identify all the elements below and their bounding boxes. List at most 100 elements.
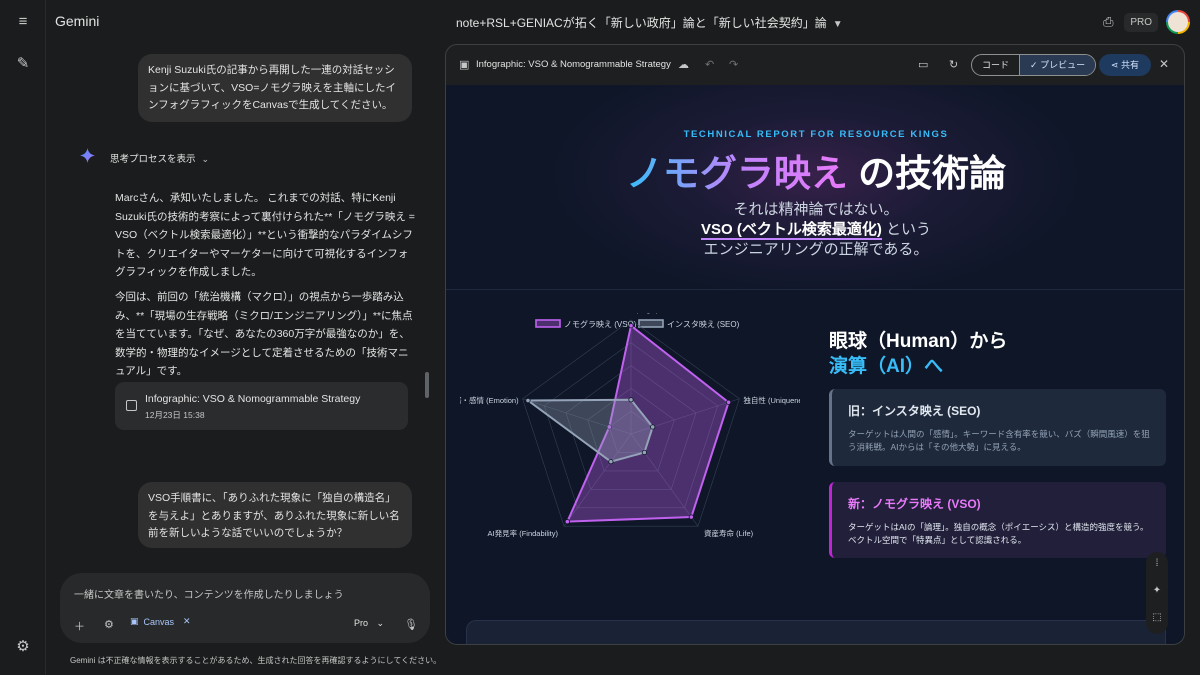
tab-code[interactable]: コード [972,55,1019,75]
new-card-text: ターゲットはAIの「論理」。独自の概念（ポイエーシス）と構造的強度を競う。ベクト… [848,522,1149,545]
canvas-card-title: Infographic: VSO & Nomogrammable Strateg… [145,393,361,405]
canvas-chip[interactable]: ▣ Canvas ✕ [130,616,191,627]
refresh-icon[interactable]: ↻ [949,58,958,72]
section-heading: 眼球（Human）から 演算（AI）へ [829,329,1007,379]
redo-icon[interactable]: ↷ [729,58,738,72]
data-point [725,399,732,405]
next-section-card [466,620,1166,644]
tab-preview[interactable]: ✓ プレビュー [1019,55,1096,75]
add-icon[interactable]: ＋ [74,618,85,634]
axis-label: 共感・感情 (Emotion) [460,395,519,405]
user-message-2: VSO手順書に、「ありふれた現象に「独自の構造名」を与えよ」とありますが、ありふ… [138,482,412,548]
chat-scrollbar[interactable] [425,372,429,398]
sparkle-icon[interactable]: ✦ [1151,585,1163,597]
check-icon: ✓ [1030,60,1041,70]
top-right-actions: ⎙ PRO [1100,10,1190,34]
canvas-icon: ▣ [130,616,139,626]
canvas-card-date: 12月23日 15:38 [145,410,205,420]
hero-subtitle: それは精神論ではない。 VSO (ベクトル検索最適化) という エンジニアリング… [446,200,1184,260]
settings-icon[interactable]: ⚙ [13,637,33,657]
chart-series [524,323,732,525]
brand-title: Gemini [55,13,100,29]
canvas-title: Infographic: VSO & Nomogrammable Strateg… [476,59,671,70]
axis-label: AI発見率 (Findability) [488,528,559,538]
data-point [628,323,634,329]
axis-label: 資産寿命 (Life) [704,528,754,538]
user-message-1: Kenji Suzuki氏の記事から再開した一連の対話セッションに基づいて、VS… [138,54,412,122]
plan-badge: PRO [1124,12,1158,32]
tools-icon[interactable]: ⚙ [104,618,114,631]
old-card-text: ターゲットは人間の「感情」。キーワード含有率を競い、バズ（瞬間風速）を狙う消耗戦… [848,429,1150,452]
conversation-title[interactable]: note+RSL+GENIACが拓く「新しい政府」論と「新しい社会契約」論 ▼ [456,14,843,31]
series-area [524,398,654,463]
prompt-placeholder[interactable]: 一緒に文章を書いたり、コンテンツを作成したりしましょう [74,586,344,601]
chevron-down-icon: ⌄ [201,154,210,164]
floating-toolbar: ⁞ ✦ ⬚ [1146,552,1168,634]
assistant-reply-paragraph-1: Marcさん、承知いたしました。 これまでの対話、特にKenji Suzuki氏… [115,192,415,278]
view-toggle: コード ✓ プレビュー [971,54,1097,76]
infographic-preview: TECHNICAL REPORT FOR RESOURCE KINGS ノモグラ… [446,85,1184,644]
data-point [688,514,694,520]
chevron-down-icon: ▼ [832,19,843,30]
drag-handle-icon[interactable]: ⁞ [1151,558,1163,570]
section-heading-line-1: 眼球（Human）から [829,331,1008,352]
hero-title-rest: の技術論 [858,153,1007,194]
undo-icon[interactable]: ↶ [705,58,714,72]
canvas-chip-label: Canvas [143,616,175,627]
radar-chart: ノモグラ映え (VSO)インスタ映え (SEO) 論理構造 (Logic) 独自性… [460,313,800,538]
hero-section: TECHNICAL REPORT FOR RESOURCE KINGS ノモグラ… [446,85,1184,290]
data-point [650,424,656,430]
hero-title-gradient: ノモグラ映え [625,153,848,194]
assistant-reply-paragraph-2: 今回は、前回の「統治機構（マクロ）」の視点から一歩踏み込み、**「現場の生存戦略… [115,291,413,377]
print-icon[interactable]: ⎙ [1100,14,1116,30]
show-thinking-toggle[interactable]: 思考プロセスを表示 ⌄ [110,151,209,165]
canvas-toolbar: ▣ Infographic: VSO & Nomogrammable Strat… [446,45,1184,85]
hero-sub-emphasis: VSO (ベクトル検索最適化) [700,221,882,240]
model-select[interactable]: Pro ⌄ [354,618,384,629]
data-point [608,459,614,465]
hero-sub-line-3: エンジニアリングの正解である。 [703,241,929,258]
model-select-label: Pro [354,618,369,628]
cloud-icon: ☁ [678,59,689,71]
old-seo-card: 旧：インスタ映え (SEO) ターゲットは人間の「感情」。キーワード含有率を競い… [829,389,1166,466]
conversation-title-text: note+RSL+GENIACが拓く「新しい政府」論と「新しい社会契約」論 [456,16,827,30]
prompt-input-box[interactable]: 一緒に文章を書いたり、コンテンツを作成したりしましょう ＋ ⚙ ▣ Canvas… [60,573,430,643]
share-button[interactable]: ⋖ 共有 [1099,54,1152,76]
chevron-down-icon: ⌄ [376,618,385,628]
microphone-icon[interactable]: 🎙 [404,618,418,631]
chart-legend: ノモグラ映え (VSO) インスタ映え (SEO) [535,319,740,329]
new-card-title: 新：ノモグラ映え (VSO) [848,497,981,511]
legend-swatch [535,319,561,328]
left-rail: ≡ ✎ ⚙ [0,0,46,675]
new-chat-icon[interactable]: ✎ [13,54,33,74]
document-icon: ▣ [459,59,470,71]
console-icon[interactable]: ▭ [918,58,928,72]
document-icon [126,400,137,411]
axis-label: 論理構造 (Logic) [603,313,659,314]
close-icon[interactable]: ✕ [1159,57,1169,71]
data-point [641,449,648,456]
tab-preview-label: プレビュー [1040,60,1086,70]
gemini-star-icon [80,148,95,163]
menu-icon[interactable]: ≡ [13,12,33,32]
new-vso-card: 新：ノモグラ映え (VSO) ターゲットはAIの「論理」。独自の概念（ポイエーシ… [829,482,1166,558]
canvas-panel: ▣ Infographic: VSO & Nomogrammable Strat… [445,44,1185,645]
disclaimer: Gemini は不正確な情報を表示することがあるため、生成された回答を再確認する… [70,656,442,665]
canvas-document-card[interactable]: Infographic: VSO & Nomogrammable Strateg… [115,382,408,430]
share-button-label: 共有 [1121,60,1140,70]
section-heading-line-2: 演算（AI）へ [829,354,1007,379]
share-icon: ⋖ [1111,60,1122,70]
data-point [628,397,634,403]
legend-label: インスタ映え (SEO) [667,319,740,329]
hero-sub-after: という [881,221,931,238]
old-card-title: 旧：インスタ映え (SEO) [848,404,981,418]
hero-title: ノモグラ映え の技術論 [446,143,1184,197]
data-point [525,397,531,404]
data-point [564,519,570,525]
select-element-icon[interactable]: ⬚ [1151,612,1163,624]
hero-sub-line-1: それは精神論ではない。 [733,201,899,218]
eyebrow: TECHNICAL REPORT FOR RESOURCE KINGS [683,129,949,140]
hero-sub-line-2: VSO (ベクトル検索最適化) という [446,220,1184,240]
close-icon[interactable]: ✕ [183,616,191,627]
avatar[interactable] [1166,10,1190,34]
